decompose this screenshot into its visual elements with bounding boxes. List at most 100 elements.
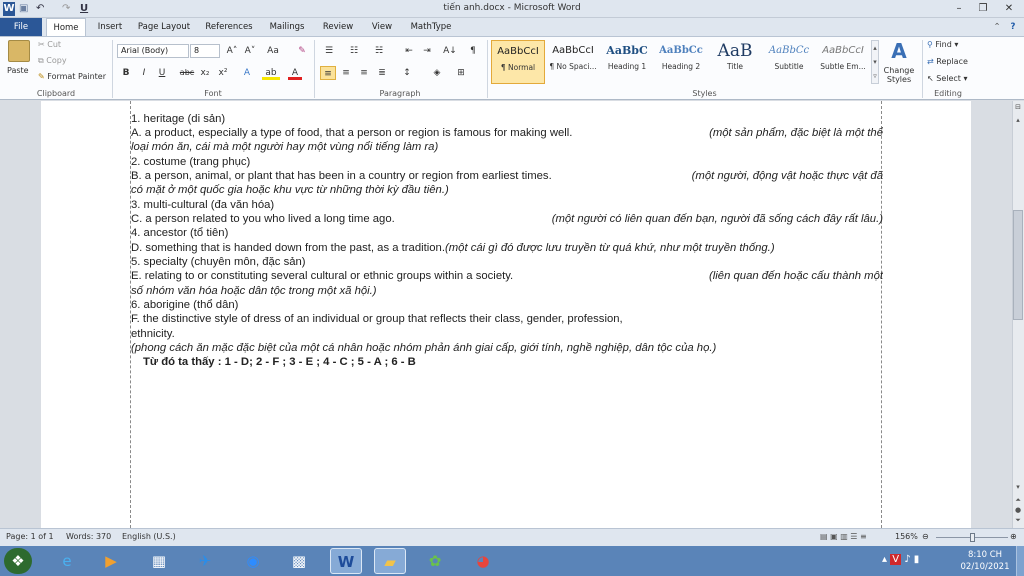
show-desktop-button[interactable] bbox=[1016, 546, 1024, 576]
app-tiles-icon[interactable]: ▩ bbox=[284, 548, 314, 574]
internet-explorer-icon[interactable]: e bbox=[52, 548, 82, 574]
decrease-indent-button[interactable]: ⇤ bbox=[402, 44, 416, 58]
text-effects-button[interactable]: A bbox=[240, 66, 254, 80]
tab-mathtype[interactable]: MathType bbox=[406, 18, 456, 36]
document-line[interactable]: có mặt ở một quốc gia hoặc khu vực từ nh… bbox=[131, 183, 883, 197]
document-line[interactable]: F. the distinctive style of dress of an … bbox=[131, 312, 883, 326]
green-app-icon[interactable]: ✿ bbox=[420, 548, 450, 574]
messenger-bird-icon[interactable]: ✈ bbox=[190, 548, 220, 574]
show-formatting-button[interactable]: ¶ bbox=[466, 44, 480, 58]
copy-button[interactable]: ⧉ Copy bbox=[38, 56, 67, 66]
zoom-slider-thumb[interactable] bbox=[970, 533, 976, 542]
language-indicator[interactable]: English (U.S.) bbox=[122, 532, 176, 541]
document-line[interactable]: 2. costume (trang phục) bbox=[131, 155, 883, 169]
scroll-up-icon[interactable]: ▴ bbox=[1013, 116, 1023, 126]
paste-icon[interactable] bbox=[8, 40, 30, 62]
change-styles-button[interactable]: Change Styles bbox=[880, 66, 918, 84]
tab-file[interactable]: File bbox=[0, 18, 42, 36]
italic-button[interactable]: I bbox=[138, 66, 150, 80]
document-line[interactable]: (phong cách ăn mặc đặc biệt của một cá n… bbox=[131, 341, 883, 355]
font-color-button[interactable]: A bbox=[288, 66, 302, 80]
paste-button[interactable]: Paste bbox=[7, 66, 29, 75]
word-taskbar-icon[interactable]: W bbox=[330, 548, 362, 574]
cut-button[interactable]: ✂ Cut bbox=[38, 40, 61, 49]
scroll-thumb[interactable] bbox=[1013, 210, 1023, 320]
tab-home[interactable]: Home bbox=[46, 18, 86, 36]
media-player-icon[interactable]: ▶ bbox=[96, 548, 126, 574]
style-heading-2[interactable]: AaBbCc Heading 2 bbox=[654, 40, 708, 84]
document-line[interactable]: 6. aborigine (thổ dân) bbox=[131, 298, 883, 312]
superscript-button[interactable]: x² bbox=[216, 66, 230, 80]
document-line[interactable]: D. something that is handed down from th… bbox=[131, 241, 883, 255]
align-right-button[interactable]: ≡ bbox=[356, 66, 372, 80]
align-left-button[interactable]: ≡ bbox=[320, 66, 336, 80]
shrink-font-button[interactable]: A˅ bbox=[242, 44, 258, 58]
browse-object-icon[interactable]: ● bbox=[1013, 506, 1023, 516]
ribbon-minimize-icon[interactable]: ⌃ bbox=[990, 18, 1004, 36]
previous-page-icon[interactable]: ⏶ bbox=[1013, 496, 1023, 506]
justify-button[interactable]: ≣ bbox=[374, 66, 390, 80]
style-subtitle[interactable]: AaBbCc Subtitle bbox=[762, 40, 816, 84]
page-count[interactable]: Page: 1 of 1 bbox=[6, 532, 54, 541]
tray-icons[interactable]: ▴ V ♪ ▮ bbox=[882, 554, 919, 565]
start-button-icon[interactable]: ❖ bbox=[4, 548, 32, 574]
document-line[interactable]: 5. specialty (chuyên môn, đặc sản) bbox=[131, 255, 883, 269]
view-buttons[interactable]: ▤ ▣ ▥ ☰ ≡ bbox=[820, 532, 867, 541]
document-line[interactable]: E. relating to or constituting several c… bbox=[131, 269, 883, 283]
align-center-button[interactable]: ≡ bbox=[338, 66, 354, 80]
style-heading-1[interactable]: AaBbC Heading 1 bbox=[600, 40, 654, 84]
tab-insert[interactable]: Insert bbox=[92, 18, 128, 36]
font-size-box[interactable]: 8 bbox=[190, 44, 220, 58]
subscript-button[interactable]: x₂ bbox=[198, 66, 212, 80]
style-title[interactable]: AaB Title bbox=[708, 40, 762, 84]
style-no-spacing[interactable]: AaBbCcI ¶ No Spaci... bbox=[546, 40, 600, 84]
word-count[interactable]: Words: 370 bbox=[66, 532, 111, 541]
shading-button[interactable]: ◈ bbox=[428, 66, 446, 80]
document-line[interactable]: A. a product, especially a type of food,… bbox=[131, 126, 883, 140]
document-line[interactable]: 4. ancestor (tổ tiên) bbox=[131, 226, 883, 240]
file-explorer-icon[interactable]: ▰ bbox=[374, 548, 406, 574]
network-computer-icon[interactable]: ▦ bbox=[144, 548, 174, 574]
zoom-level[interactable]: 156% bbox=[895, 532, 918, 541]
borders-button[interactable]: ⊞ bbox=[452, 66, 470, 80]
chrome-icon[interactable]: ◕ bbox=[468, 548, 498, 574]
clear-formatting-button[interactable]: ✎ bbox=[294, 44, 310, 58]
tab-page-layout[interactable]: Page Layout bbox=[134, 18, 194, 36]
document-line[interactable]: 1. heritage (di sản) bbox=[131, 112, 883, 126]
grow-font-button[interactable]: A˄ bbox=[224, 44, 240, 58]
styles-gallery-scroll[interactable]: ▴ ▾ ▿ bbox=[871, 40, 879, 84]
highlight-button[interactable]: ab bbox=[262, 66, 280, 80]
tab-view[interactable]: View bbox=[364, 18, 400, 36]
increase-indent-button[interactable]: ⇥ bbox=[420, 44, 434, 58]
zoom-out-icon[interactable]: ⊖ bbox=[922, 532, 929, 541]
document-line[interactable]: số nhóm văn hóa hoặc dân tộc trong một x… bbox=[131, 284, 883, 298]
ruler-toggle-icon[interactable]: ⊟ bbox=[1013, 103, 1023, 113]
style-normal[interactable]: AaBbCcI ¶ Normal bbox=[491, 40, 545, 84]
sort-button[interactable]: A↓ bbox=[442, 44, 458, 58]
strikethrough-button[interactable]: abc bbox=[178, 66, 196, 80]
bold-button[interactable]: B bbox=[120, 66, 132, 80]
select-button[interactable]: ↖ Select ▾ bbox=[927, 74, 968, 83]
zoom-in-icon[interactable]: ⊕ bbox=[1010, 532, 1017, 541]
scroll-down-icon[interactable]: ▾ bbox=[1013, 483, 1023, 493]
close-button[interactable]: ✕ bbox=[998, 2, 1020, 16]
document-line[interactable]: B. a person, animal, or plant that has b… bbox=[131, 169, 883, 183]
tab-mailings[interactable]: Mailings bbox=[264, 18, 310, 36]
next-page-icon[interactable]: ⏷ bbox=[1013, 516, 1023, 526]
underline-button[interactable]: U bbox=[156, 66, 168, 80]
numbering-button[interactable]: ☷ bbox=[345, 44, 363, 58]
change-styles-icon[interactable]: A bbox=[887, 40, 911, 62]
antivirus-icon[interactable]: V bbox=[890, 554, 902, 565]
replace-button[interactable]: ⇄ Replace bbox=[927, 57, 968, 66]
help-icon[interactable]: ? bbox=[1006, 18, 1020, 36]
answer-line[interactable]: Từ đó ta thấy : 1 - D; 2 - F ; 3 - E ; 4… bbox=[131, 355, 883, 369]
tab-review[interactable]: Review bbox=[318, 18, 358, 36]
document-line[interactable]: ethnicity. bbox=[131, 327, 883, 341]
minimize-button[interactable]: – bbox=[948, 2, 970, 16]
line-spacing-button[interactable]: ↕ bbox=[398, 66, 416, 80]
change-case-button[interactable]: Aa bbox=[264, 44, 282, 58]
multilevel-list-button[interactable]: ☵ bbox=[370, 44, 388, 58]
tab-references[interactable]: References bbox=[200, 18, 258, 36]
bullets-button[interactable]: ☰ bbox=[320, 44, 338, 58]
find-button[interactable]: ⚲ Find ▾ bbox=[927, 40, 958, 49]
